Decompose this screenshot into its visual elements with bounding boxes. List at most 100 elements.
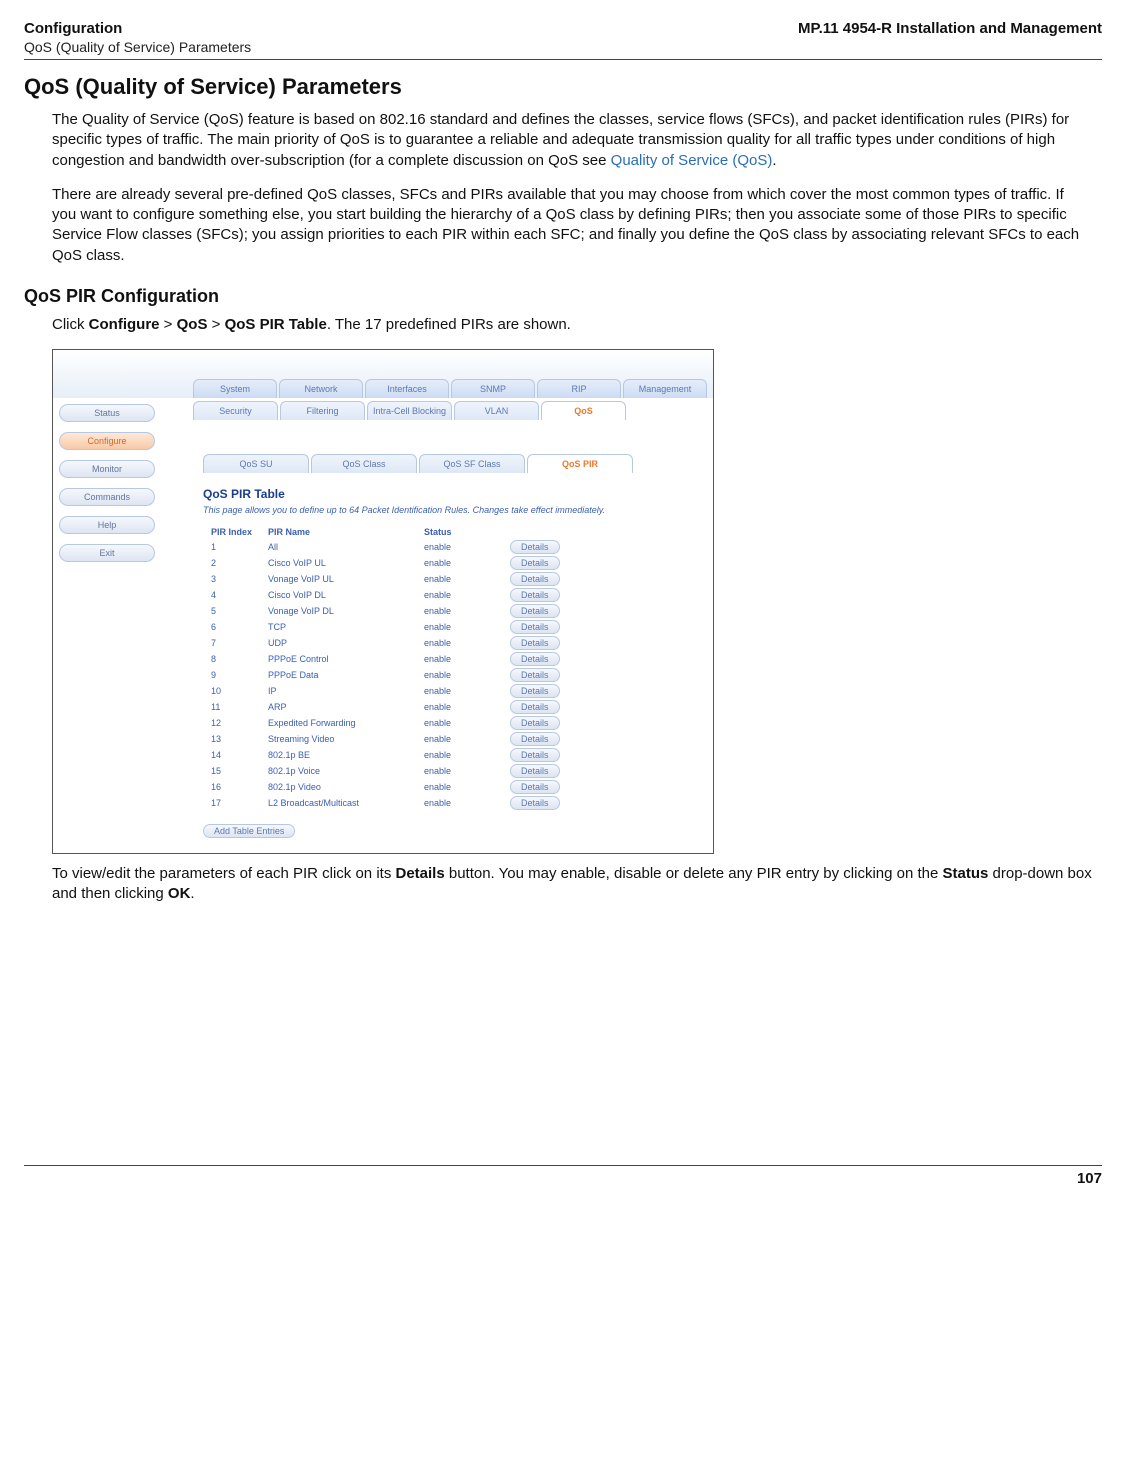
- cell-name: PPPoE Control: [260, 651, 416, 667]
- details-button[interactable]: Details: [510, 748, 560, 762]
- details-button[interactable]: Details: [510, 716, 560, 730]
- cell-index: 8: [203, 651, 260, 667]
- cell-status: enable: [416, 779, 502, 795]
- subtab-qos-sf-class[interactable]: QoS SF Class: [419, 454, 525, 473]
- cell-status: enable: [416, 667, 502, 683]
- cell-name: 802.1p BE: [260, 747, 416, 763]
- cell-name: Streaming Video: [260, 731, 416, 747]
- tab-system[interactable]: System: [193, 379, 277, 398]
- tab-rip[interactable]: RIP: [537, 379, 621, 398]
- table-row: 16802.1p VideoenableDetails: [203, 779, 568, 795]
- cell-name: ARP: [260, 699, 416, 715]
- panel-title: QoS PIR Table: [203, 487, 703, 501]
- cell-name: All: [260, 539, 416, 555]
- details-button[interactable]: Details: [510, 700, 560, 714]
- cell-status: enable: [416, 619, 502, 635]
- cell-status: enable: [416, 699, 502, 715]
- tab-network[interactable]: Network: [279, 379, 363, 398]
- top-tabs-row1: System Network Interfaces SNMP RIP Manag…: [193, 379, 707, 398]
- cell-status: enable: [416, 587, 502, 603]
- cell-index: 14: [203, 747, 260, 763]
- cell-index: 15: [203, 763, 260, 779]
- cell-name: PPPoE Data: [260, 667, 416, 683]
- app-screenshot: System Network Interfaces SNMP RIP Manag…: [52, 349, 714, 854]
- add-table-entries-button[interactable]: Add Table Entries: [203, 824, 295, 838]
- cell-name: L2 Broadcast/Multicast: [260, 795, 416, 811]
- table-row: 3Vonage VoIP ULenableDetails: [203, 571, 568, 587]
- cell-index: 1: [203, 539, 260, 555]
- details-button[interactable]: Details: [510, 636, 560, 650]
- subtab-qos-class[interactable]: QoS Class: [311, 454, 417, 473]
- click-path: Click Configure > QoS > QoS PIR Table. T…: [52, 315, 1092, 335]
- cell-index: 12: [203, 715, 260, 731]
- cell-status: enable: [416, 683, 502, 699]
- cell-index: 17: [203, 795, 260, 811]
- cell-index: 11: [203, 699, 260, 715]
- cell-name: TCP: [260, 619, 416, 635]
- details-button[interactable]: Details: [510, 684, 560, 698]
- cell-name: Cisco VoIP DL: [260, 587, 416, 603]
- nav-exit[interactable]: Exit: [59, 544, 155, 562]
- tab-management[interactable]: Management: [623, 379, 707, 398]
- col-name: PIR Name: [260, 525, 416, 539]
- tab-snmp[interactable]: SNMP: [451, 379, 535, 398]
- header-right: MP.11 4954-R Installation and Management: [798, 20, 1102, 37]
- table-row: 14802.1p BEenableDetails: [203, 747, 568, 763]
- table-row: 11ARPenable Details: [203, 699, 568, 715]
- page-number: 107: [1077, 1170, 1102, 1187]
- table-row: 12Expedited ForwardingenableDetails: [203, 715, 568, 731]
- cell-name: 802.1p Voice: [260, 763, 416, 779]
- nav-commands[interactable]: Commands: [59, 488, 155, 506]
- table-row: 7UDPenableDetails: [203, 635, 568, 651]
- details-button[interactable]: Details: [510, 572, 560, 586]
- cell-index: 13: [203, 731, 260, 747]
- cell-status: enable: [416, 651, 502, 667]
- details-button[interactable]: Details: [510, 732, 560, 746]
- details-button[interactable]: Details: [510, 556, 560, 570]
- page-title: QoS (Quality of Service) Parameters: [24, 74, 1102, 100]
- table-row: 15802.1p Voiceenable Details: [203, 763, 568, 779]
- cell-index: 10: [203, 683, 260, 699]
- header-left: Configuration: [24, 20, 122, 37]
- table-row: 6TCPenableDetails: [203, 619, 568, 635]
- cell-status: enable: [416, 795, 502, 811]
- qos-link[interactable]: Quality of Service (QoS): [611, 152, 773, 169]
- pir-table: PIR Index PIR Name Status 1AllenableDeta…: [203, 525, 568, 811]
- nav-status[interactable]: Status: [59, 404, 155, 422]
- details-button[interactable]: Details: [510, 796, 560, 810]
- cell-status: enable: [416, 763, 502, 779]
- details-button[interactable]: Details: [510, 620, 560, 634]
- intro-paragraph-2: There are already several pre-defined Qo…: [52, 185, 1092, 266]
- tab-interfaces[interactable]: Interfaces: [365, 379, 449, 398]
- cell-status: enable: [416, 571, 502, 587]
- details-button[interactable]: Details: [510, 604, 560, 618]
- cell-status: enable: [416, 731, 502, 747]
- table-row: 9PPPoE DataenableDetails: [203, 667, 568, 683]
- cell-name: Vonage VoIP UL: [260, 571, 416, 587]
- tab-qos[interactable]: QoS: [541, 401, 626, 420]
- panel-desc: This page allows you to define up to 64 …: [203, 505, 703, 515]
- nav-help[interactable]: Help: [59, 516, 155, 534]
- nav-monitor[interactable]: Monitor: [59, 460, 155, 478]
- details-button[interactable]: Details: [510, 588, 560, 602]
- table-row: 17L2 Broadcast/Multicastenable Details: [203, 795, 568, 811]
- subtab-qos-pir[interactable]: QoS PIR: [527, 454, 633, 473]
- table-row: 13Streaming Videoenable Details: [203, 731, 568, 747]
- tab-vlan[interactable]: VLAN: [454, 401, 539, 420]
- tab-filtering[interactable]: Filtering: [280, 401, 365, 420]
- cell-name: Vonage VoIP DL: [260, 603, 416, 619]
- details-button[interactable]: Details: [510, 652, 560, 666]
- details-button[interactable]: Details: [510, 764, 560, 778]
- subtab-qos-su[interactable]: QoS SU: [203, 454, 309, 473]
- nav-configure[interactable]: Configure: [59, 432, 155, 450]
- col-status: Status: [416, 525, 502, 539]
- details-button[interactable]: Details: [510, 668, 560, 682]
- cell-status: enable: [416, 555, 502, 571]
- details-button[interactable]: Details: [510, 780, 560, 794]
- details-button[interactable]: Details: [510, 540, 560, 554]
- cell-index: 5: [203, 603, 260, 619]
- tab-security[interactable]: Security: [193, 401, 278, 420]
- cell-name: UDP: [260, 635, 416, 651]
- tab-intracell[interactable]: Intra-Cell Blocking: [367, 401, 452, 420]
- table-row: 8PPPoE Controlenable Details: [203, 651, 568, 667]
